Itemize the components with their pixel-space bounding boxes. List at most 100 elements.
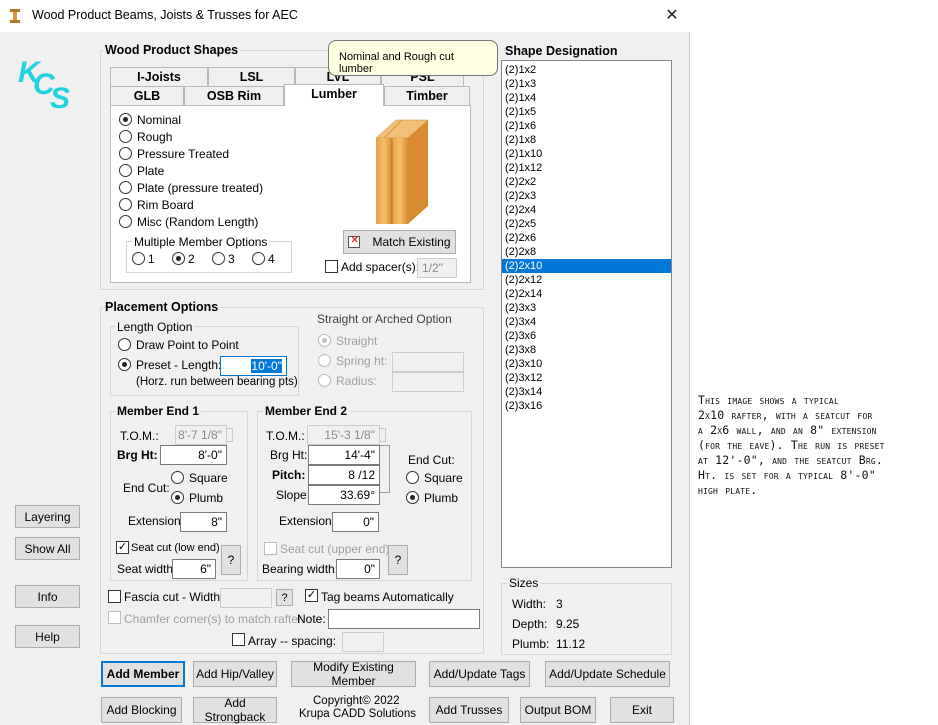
end2-ext-input[interactable]: 0"	[332, 512, 379, 532]
spacer-input[interactable]: 1/2"	[417, 258, 457, 278]
designation-item[interactable]: (2)3x14	[502, 385, 671, 399]
designation-item[interactable]: (2)1x4	[502, 91, 671, 105]
array-checkbox[interactable]	[232, 633, 245, 646]
designation-item[interactable]: (2)1x2	[502, 63, 671, 77]
designation-item[interactable]: (2)3x6	[502, 329, 671, 343]
designation-item[interactable]: (2)2x12	[502, 273, 671, 287]
designation-item[interactable]: (2)3x16	[502, 399, 671, 413]
output-bom-button[interactable]: Output BOM	[520, 697, 596, 723]
radio-preset-length[interactable]	[118, 358, 131, 371]
designation-item[interactable]: (2)3x12	[502, 371, 671, 385]
tab-lumber[interactable]: Lumber	[284, 84, 384, 106]
info-button[interactable]: Info	[15, 585, 80, 608]
tag-beams-checkbox[interactable]: ✓	[305, 589, 318, 602]
radio-multiple-4[interactable]	[252, 252, 265, 265]
seat-width-input[interactable]: 6"	[172, 559, 216, 579]
designation-item[interactable]: (2)1x12	[502, 161, 671, 175]
seat-cut-upper-checkbox[interactable]	[264, 542, 277, 555]
radio-multiple-2[interactable]	[172, 252, 185, 265]
show-all-button[interactable]: Show All	[15, 537, 80, 560]
close-icon[interactable]: ✕	[655, 2, 689, 30]
exit-button[interactable]: Exit	[610, 697, 674, 723]
end2-radio-square[interactable]	[406, 471, 419, 484]
add-trusses-button[interactable]: Add Trusses	[429, 697, 509, 723]
designation-item[interactable]: (2)2x14	[502, 287, 671, 301]
tab-timber[interactable]: Timber	[384, 86, 470, 106]
add-blocking-button[interactable]: Add Blocking	[101, 697, 182, 723]
designation-item[interactable]: (2)2x10	[502, 259, 671, 273]
bearing-width-input[interactable]: 0"	[336, 559, 380, 579]
designation-item[interactable]: (2)1x5	[502, 105, 671, 119]
end2-slope-input[interactable]: 33.69°	[308, 485, 380, 505]
spring-input[interactable]	[392, 352, 464, 372]
end1-tom-bracket	[227, 428, 233, 442]
placement-title: Placement Options	[103, 300, 221, 314]
tab-i-joists[interactable]: I-Joists	[110, 67, 208, 86]
designation-item[interactable]: (2)1x8	[502, 133, 671, 147]
radio-spring[interactable]	[318, 354, 331, 367]
end1-radio-plumb[interactable]	[171, 491, 184, 504]
radio-plate[interactable]	[119, 164, 132, 177]
radio-pressure-treated[interactable]	[119, 147, 132, 160]
tab-glb[interactable]: GLB	[110, 86, 184, 106]
radius-input[interactable]	[392, 372, 464, 392]
add-hip-valley-button[interactable]: Add Hip/Valley	[193, 661, 277, 687]
end2-label-square: Square	[424, 471, 463, 485]
match-existing-button[interactable]: ✕ Match Existing	[343, 230, 456, 254]
tab-osb-rim[interactable]: OSB Rim	[184, 86, 284, 106]
fascia-cut-checkbox[interactable]	[108, 590, 121, 603]
designation-item[interactable]: (2)2x3	[502, 189, 671, 203]
designation-item[interactable]: (2)2x6	[502, 231, 671, 245]
note-input[interactable]	[328, 609, 480, 629]
designation-item[interactable]: (2)2x5	[502, 217, 671, 231]
designation-item[interactable]: (2)1x10	[502, 147, 671, 161]
tab-lsl[interactable]: LSL	[208, 67, 295, 86]
radio-radius[interactable]	[318, 374, 331, 387]
radio-plate-pt[interactable]	[119, 181, 132, 194]
end1-radio-square[interactable]	[171, 471, 184, 484]
designation-item[interactable]: (2)1x3	[502, 77, 671, 91]
end1-ext-input[interactable]: 8"	[180, 512, 227, 532]
designation-item[interactable]: (2)3x10	[502, 357, 671, 371]
radio-misc[interactable]	[119, 215, 132, 228]
end1-brg-input[interactable]: 8'-0"	[160, 445, 227, 465]
radio-nominal[interactable]	[119, 113, 132, 126]
radio-multiple-3[interactable]	[212, 252, 225, 265]
end2-slope-label: Slope:	[276, 488, 311, 502]
radio-multiple-1[interactable]	[132, 252, 145, 265]
radio-rough[interactable]	[119, 130, 132, 143]
designation-list[interactable]: (2)1x2 (2)1x3 (2)1x4 (2)1x5 (2)1x6 (2)1x8 (2)1…	[501, 60, 672, 568]
designation-item[interactable]: (2)2x8	[502, 245, 671, 259]
radio-rim-board[interactable]	[119, 198, 132, 211]
chamfer-checkbox[interactable]	[108, 611, 121, 624]
end2-radio-plumb[interactable]	[406, 491, 419, 504]
end2-help-button[interactable]: ?	[388, 545, 408, 575]
fascia-help-button[interactable]: ?	[276, 589, 293, 606]
add-update-schedule-button[interactable]: Add/Update Schedule	[545, 661, 670, 687]
add-member-button[interactable]: Add Member	[101, 661, 185, 687]
designation-item[interactable]: (2)2x4	[502, 203, 671, 217]
designation-item[interactable]: (2)3x4	[502, 315, 671, 329]
end2-pitch-input[interactable]: 8 /12	[308, 465, 380, 485]
designation-item[interactable]: (2)3x3	[502, 301, 671, 315]
seat-cut-low-checkbox[interactable]: ✓	[116, 541, 129, 554]
end1-tom-input[interactable]: 8'-7 1/8"	[175, 425, 227, 445]
designation-item[interactable]: (2)1x6	[502, 119, 671, 133]
add-spacer-checkbox[interactable]	[325, 260, 338, 273]
radio-draw-point[interactable]	[118, 338, 131, 351]
radio-straight[interactable]	[318, 334, 331, 347]
designation-item[interactable]: (2)2x2	[502, 175, 671, 189]
end2-brg-input[interactable]: 14'-4"	[308, 445, 380, 465]
end2-tom-input[interactable]: 15'-3 1/8"	[307, 425, 380, 445]
help-button[interactable]: Help	[15, 625, 80, 648]
array-spacing-input[interactable]	[342, 632, 384, 652]
modify-member-button[interactable]: Modify Existing Member	[291, 660, 416, 688]
designation-item[interactable]: (2)3x8	[502, 343, 671, 357]
preset-length-input[interactable]: 10'-0"	[220, 356, 287, 376]
fascia-width-input[interactable]	[220, 588, 272, 608]
layering-button[interactable]: Layering	[15, 505, 80, 528]
add-update-tags-button[interactable]: Add/Update Tags	[429, 661, 530, 687]
end1-help-button[interactable]: ?	[221, 545, 241, 575]
end2-endcut-label: End Cut:	[408, 453, 455, 467]
add-strongback-button[interactable]: Add Strongback	[193, 696, 277, 724]
